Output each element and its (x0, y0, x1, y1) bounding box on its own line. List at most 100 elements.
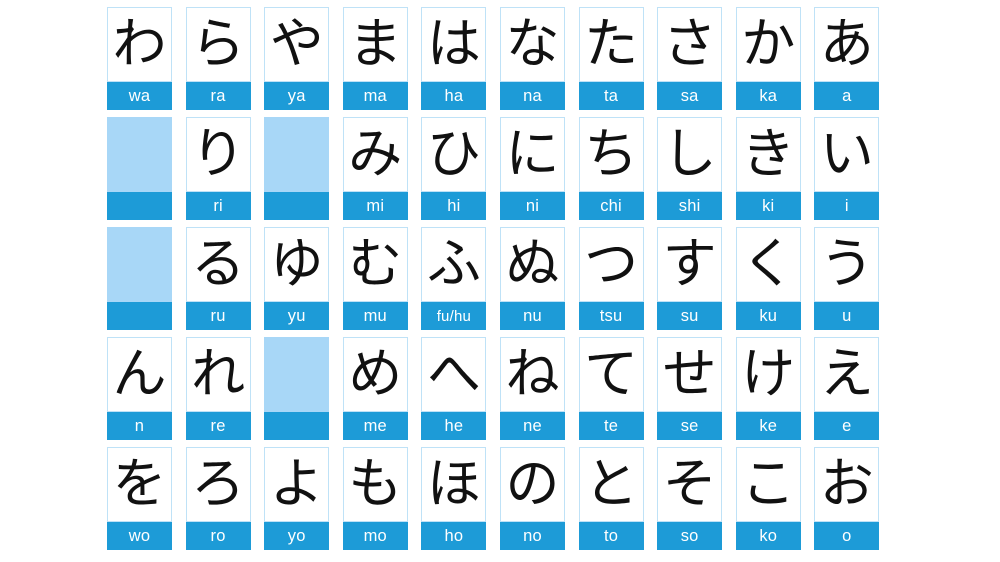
kana-cell[interactable]: す su (657, 227, 723, 330)
kana-cell[interactable]: ろ ro (185, 447, 251, 550)
kana-cell[interactable]: えe (814, 337, 880, 440)
kana-cell-empty[interactable] (264, 337, 330, 440)
kana-cell[interactable]: よ yo (264, 447, 330, 550)
kana-cell[interactable]: さ sa (657, 7, 723, 110)
kana-glyph-box: む (342, 227, 408, 302)
kana-cell[interactable]: ひ hi (421, 117, 487, 220)
romaji-bar: mu (342, 302, 408, 330)
romaji-label: ri (213, 196, 223, 215)
kana-cell[interactable]: も mo (342, 447, 408, 550)
romaji-label: ta (603, 86, 619, 105)
romaji-bar: ko (735, 522, 801, 550)
kana-glyph-box: も (342, 447, 408, 522)
kana-cell[interactable]: ゆ yu (264, 227, 330, 330)
kana-glyph-box: う (814, 227, 880, 302)
kana-cell[interactable]: うu (814, 227, 880, 330)
kana-cell[interactable]: と to (578, 447, 644, 550)
kana-glyph-box: め (342, 337, 408, 412)
kana-cell[interactable]: おo (814, 447, 880, 550)
kana-glyph-box (107, 227, 172, 302)
romaji-label: me (363, 416, 387, 435)
kana-cell[interactable]: け ke (735, 337, 801, 440)
kana-cell[interactable]: ま ma (342, 7, 408, 110)
kana-cell[interactable]: を wo (107, 447, 172, 550)
kana-cell[interactable]: め me (342, 337, 408, 440)
kana-cell[interactable]: へ he (421, 337, 487, 440)
kana-character: み (348, 121, 403, 185)
romaji-label: shi (678, 196, 701, 215)
romaji-label: ki (762, 196, 775, 215)
romaji-bar: e (814, 412, 880, 440)
kana-character: か (741, 11, 796, 75)
kana-cell[interactable]: わ wa (107, 7, 172, 110)
kana-cell[interactable]: ら ra (185, 7, 251, 110)
kana-cell[interactable]: し shi (657, 117, 723, 220)
kana-cell[interactable]: て te (578, 337, 644, 440)
romaji-bar: chi (578, 192, 644, 220)
romaji-bar: u (814, 302, 880, 330)
kana-cell[interactable]: ぬ nu (499, 227, 565, 330)
kana-cell[interactable]: いi (814, 117, 880, 220)
kana-glyph-box: ね (499, 337, 565, 412)
kana-glyph-box: に (499, 117, 565, 192)
kana-cell[interactable]: ち chi (578, 117, 644, 220)
romaji-label: he (444, 416, 464, 435)
kana-cell[interactable]: た ta (578, 7, 644, 110)
kana-cell[interactable]: こ ko (735, 447, 801, 550)
kana-cell[interactable]: つ tsu (578, 227, 644, 330)
romaji-label: ya (287, 86, 306, 105)
romaji-label: i (844, 196, 849, 215)
kana-cell[interactable]: り ri (185, 117, 251, 220)
kana-glyph-box: と (578, 447, 644, 522)
kana-cell[interactable]: ふ fu/hu (421, 227, 487, 330)
kana-glyph-box: れ (185, 337, 251, 412)
romaji-label: ke (759, 416, 778, 435)
kana-cell[interactable]: あa (814, 7, 880, 110)
kana-glyph-box: ひ (421, 117, 487, 192)
kana-cell-empty[interactable] (264, 117, 330, 220)
kana-character: ん (112, 341, 167, 405)
kana-character: う (819, 231, 874, 295)
kana-glyph-box: し (657, 117, 723, 192)
kana-cell[interactable]: み mi (342, 117, 408, 220)
kana-cell[interactable]: き ki (735, 117, 801, 220)
kana-cell[interactable]: く ku (735, 227, 801, 330)
kana-character: た (584, 11, 639, 75)
kana-glyph-box (264, 117, 330, 192)
romaji-label: yo (287, 526, 306, 545)
kana-cell[interactable]: る ru (185, 227, 251, 330)
kana-cell[interactable]: せ se (657, 337, 723, 440)
romaji-label: re (210, 416, 226, 435)
romaji-label: ra (210, 86, 226, 105)
romaji-bar: su (657, 302, 723, 330)
romaji-label: a (842, 86, 852, 105)
romaji-label: chi (600, 196, 622, 215)
romaji-bar: ta (578, 82, 644, 110)
kana-cell[interactable]: れ re (185, 337, 251, 440)
romaji-label: te (603, 416, 619, 435)
kana-cell[interactable]: ほ ho (421, 447, 487, 550)
kana-glyph-box: は (421, 7, 487, 82)
romaji-bar: mi (342, 192, 408, 220)
kana-character: さ (662, 11, 717, 75)
kana-cell[interactable]: か ka (735, 7, 801, 110)
kana-cell[interactable]: は ha (421, 7, 487, 110)
romaji-label: ko (759, 526, 778, 545)
kana-grid: わ wa ら ra や ya ま ma は ha な na た ta さ sa か ka あ a り ri み mi ひ hi に n… (107, 7, 880, 550)
kana-cell[interactable]: に ni (499, 117, 565, 220)
romaji-bar: ne (499, 412, 565, 440)
kana-cell[interactable]: む mu (342, 227, 408, 330)
kana-cell-empty[interactable] (107, 227, 172, 330)
kana-character: け (741, 341, 796, 405)
kana-cell[interactable]: ね ne (499, 337, 565, 440)
romaji-bar: na (499, 82, 565, 110)
kana-glyph-box: り (185, 117, 251, 192)
kana-cell-empty[interactable] (107, 117, 172, 220)
kana-glyph-box: あ (814, 7, 880, 82)
kana-cell[interactable]: そ so (657, 447, 723, 550)
kana-character: つ (584, 231, 639, 295)
kana-cell[interactable]: な na (499, 7, 565, 110)
kana-cell[interactable]: んn (107, 337, 172, 440)
kana-cell[interactable]: の no (499, 447, 565, 550)
kana-cell[interactable]: や ya (264, 7, 330, 110)
